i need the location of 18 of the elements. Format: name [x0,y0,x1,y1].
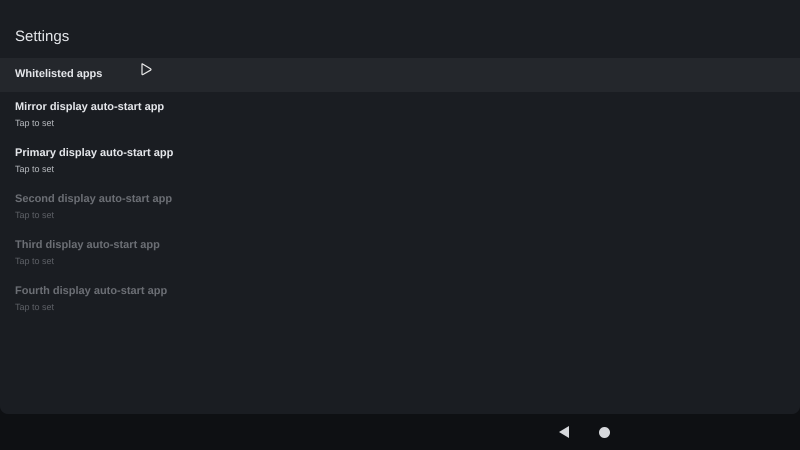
item-summary: Tap to set [15,208,54,222]
item-summary: Tap to set [15,300,54,314]
item-summary: Tap to set [15,254,54,268]
page-title: Settings [14,27,70,47]
home-button[interactable] [599,426,610,438]
item-label: Third display auto-start app [15,238,160,253]
item-summary: Tap to set [15,116,54,130]
settings-item[interactable]: Whitelisted apps [0,58,800,92]
item-label: Whitelisted apps [15,67,102,82]
item-label: Primary display auto-start app [15,146,174,161]
back-button[interactable] [557,425,571,439]
cursor-icon [141,63,152,76]
item-summary: Tap to set [15,162,54,176]
settings-item[interactable]: Mirror display auto-start app Tap to set [0,92,800,138]
item-label: Second display auto-start app [15,192,172,207]
settings-item[interactable]: Primary display auto-start app Tap to set [0,138,800,184]
item-label: Mirror display auto-start app [15,100,164,115]
item-label: Fourth display auto-start app [15,284,168,299]
